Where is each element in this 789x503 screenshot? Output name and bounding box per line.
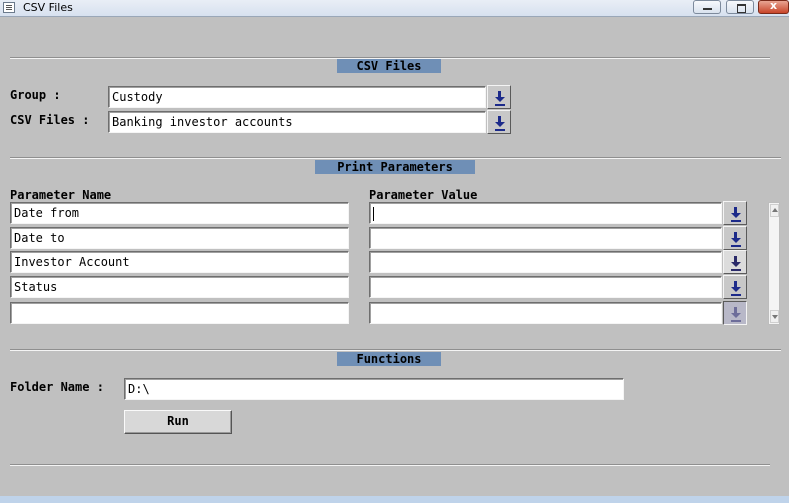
separator [10, 349, 781, 351]
parameter-value-dropdown-button[interactable] [723, 226, 747, 250]
minimize-icon [703, 8, 712, 10]
parameter-value-dropdown-button[interactable] [723, 301, 747, 325]
title-bar: CSV Files x [0, 0, 789, 17]
parameter-name-field[interactable]: Status [10, 276, 349, 298]
arrow-base [731, 269, 741, 271]
section-title-print-parameters: Print Parameters [315, 160, 475, 174]
arrow-base [495, 104, 505, 106]
maximize-icon [737, 4, 746, 13]
download-arrow-icon [495, 116, 505, 128]
parameter-value-header: Parameter Value [369, 188, 478, 202]
parameter-value-dropdown-button[interactable] [723, 275, 747, 299]
csv-files-label: CSV Files : [10, 113, 90, 127]
csv-files-dropdown-button[interactable] [487, 110, 511, 134]
scroll-up-icon[interactable] [770, 204, 779, 217]
arrow-base [495, 129, 505, 131]
csv-app-icon [3, 2, 15, 13]
parameter-value-dropdown-button[interactable] [723, 250, 747, 274]
scroll-down-icon[interactable] [770, 310, 779, 323]
download-arrow-icon [731, 232, 741, 244]
parameter-name-field[interactable]: Date from [10, 202, 349, 224]
close-button[interactable]: x [758, 0, 789, 14]
parameter-name-field[interactable]: Date to [10, 227, 349, 249]
window-title: CSV Files [23, 1, 73, 14]
group-field[interactable]: Custody [108, 86, 486, 108]
folder-name-field[interactable]: D:\ [124, 378, 624, 400]
arrow-base [731, 320, 741, 322]
maximize-button[interactable] [726, 0, 754, 14]
parameters-scrollbar[interactable] [768, 202, 780, 325]
parameter-value-dropdown-button[interactable] [723, 201, 747, 225]
download-arrow-icon [731, 256, 741, 268]
download-arrow-icon [731, 307, 741, 319]
parameter-name-header: Parameter Name [10, 188, 112, 202]
parameter-name-field[interactable]: Investor Account [10, 251, 349, 273]
section-title-csv-files: CSV Files [337, 59, 441, 73]
csv-files-field[interactable]: Banking investor accounts [108, 111, 486, 133]
folder-name-label: Folder Name : [10, 380, 104, 394]
download-arrow-icon [731, 281, 741, 293]
parameter-value-field[interactable] [369, 276, 722, 298]
arrow-base [731, 220, 741, 222]
close-icon: x [769, 0, 778, 12]
download-arrow-icon [731, 207, 741, 219]
window-bottom-border [0, 496, 789, 503]
group-label: Group : [10, 88, 61, 102]
parameter-value-field[interactable] [369, 302, 722, 324]
text-caret [373, 206, 374, 221]
parameter-value-field[interactable] [369, 251, 722, 273]
arrow-base [731, 294, 741, 296]
separator [10, 464, 770, 466]
download-arrow-icon [495, 91, 505, 103]
parameter-name-field[interactable] [10, 302, 349, 324]
section-title-functions: Functions [337, 352, 441, 366]
group-dropdown-button[interactable] [487, 85, 511, 109]
separator [10, 157, 781, 159]
parameter-value-field[interactable] [369, 227, 722, 249]
run-button[interactable]: Run [124, 410, 232, 434]
minimize-button[interactable] [693, 0, 721, 14]
parameter-value-field[interactable] [369, 202, 722, 224]
arrow-base [731, 245, 741, 247]
